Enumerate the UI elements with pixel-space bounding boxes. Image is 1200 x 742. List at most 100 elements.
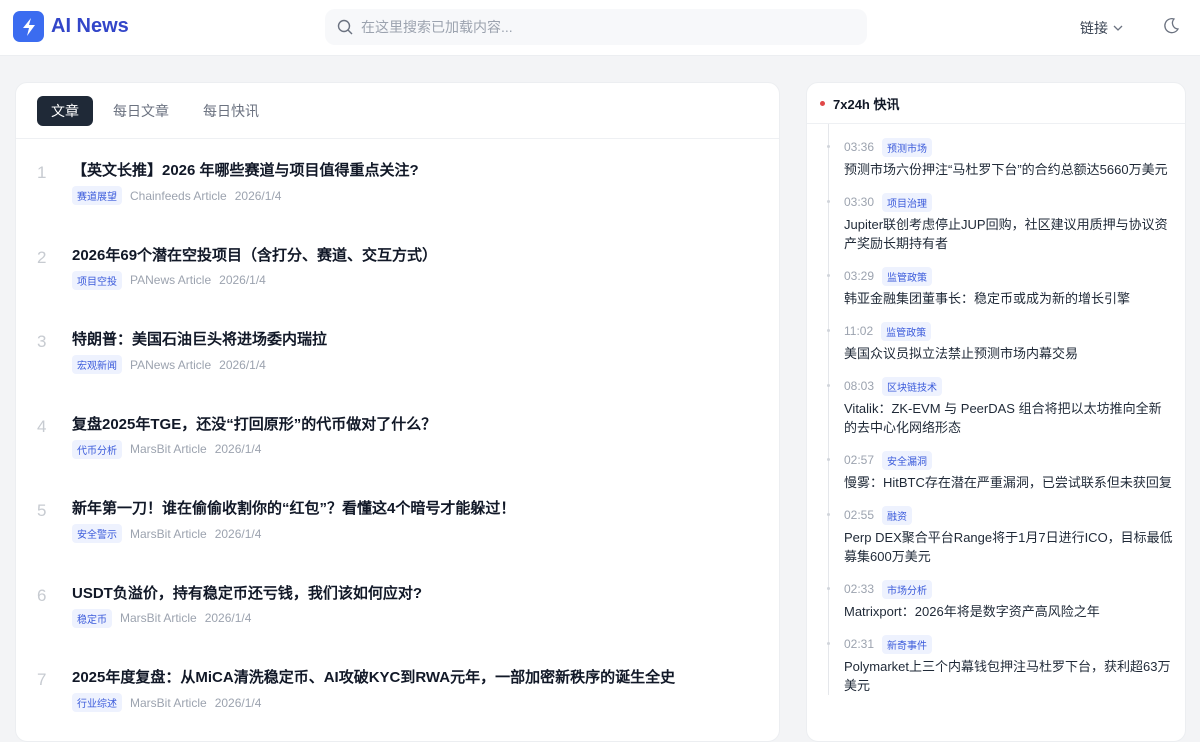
flash-time: 02:57 (844, 453, 875, 467)
article-source: PANews Article (130, 273, 212, 287)
article-rank: 2 (37, 247, 47, 267)
flash-item[interactable]: 03:30 项目治理 Jupiter联创考虑停止JUP回购，社区建议用质押与协议… (827, 192, 1185, 253)
flash-time: 02:33 (844, 582, 875, 596)
links-dropdown[interactable]: 链接 (1080, 18, 1123, 38)
articles-panel: 文章 每日文章 每日快讯 1 【英文长推】2026 年哪些赛道与项目值得重点关注… (15, 82, 780, 742)
flash-text[interactable]: Matrixport：2026年将是数字资产高风险之年 (844, 602, 1174, 621)
article-title[interactable]: 2025年度复盘：从MiCA清洗稳定币、AI攻破KYC到RWA元年，一部加密新秩… (72, 666, 675, 687)
links-label: 链接 (1080, 20, 1108, 36)
flash-tag[interactable]: 融资 (882, 505, 913, 525)
article-date: 2026/1/4 (204, 611, 252, 625)
flash-timeline: 03:36 预测市场 预测市场六份押注“马杜罗下台”的合约总额达5660万美元 … (827, 124, 1185, 695)
article-meta: 代币分析 MarsBit Article 2026/1/4 (72, 439, 262, 459)
article-source: MarsBit Article (120, 611, 197, 625)
flash-tag[interactable]: 项目治理 (882, 192, 933, 212)
article-rank: 5 (37, 501, 47, 520)
article-item[interactable]: 2 2026年69个潜在空投项目（含打分、赛道、交互方式） 项目空投 PANew… (16, 224, 779, 309)
article-item[interactable]: 5 新年第一刀！谁在偷偷收割你的“红包”？看懂这4个暗号才能躲过！ 安全警示 M… (16, 477, 779, 562)
article-title[interactable]: 特朗普：美国石油巨头将进场委内瑞拉 (72, 328, 327, 349)
article-rank: 3 (37, 332, 47, 351)
flash-time: 11:02 (844, 324, 874, 338)
article-item[interactable]: 6 USDT负溢价，持有稳定币还亏钱，我们该如何应对? 稳定币 MarsBit … (16, 562, 779, 647)
article-tag[interactable]: 项目空投 (72, 270, 122, 290)
article-meta: 宏观新闻 PANews Article 2026/1/4 (72, 355, 266, 374)
flash-text[interactable]: Jupiter联创考虑停止JUP回购，社区建议用质押与协议资产奖励长期持有者 (844, 215, 1174, 253)
article-date: 2026/1/4 (234, 188, 282, 203)
tab-daily-flash[interactable]: 每日快讯 (189, 96, 273, 126)
article-tag[interactable]: 赛道展望 (72, 186, 122, 205)
flash-tag[interactable]: 安全漏洞 (882, 450, 933, 470)
flash-title: 7x24h 快讯 (833, 96, 900, 112)
flash-time: 08:03 (844, 379, 875, 393)
article-source: PANews Article (130, 357, 212, 372)
article-meta: 安全警示 MarsBit Article 2026/1/4 (72, 524, 261, 543)
flash-text[interactable]: Vitalik：ZK-EVM 与 PeerDAS 组合将把以太坊推向全新的去中心… (844, 399, 1174, 437)
flash-news-panel: 7x24h 快讯 03:36 预测市场 预测市场六份押注“马杜罗下台”的合约总额… (806, 82, 1186, 742)
flash-item[interactable]: 03:36 预测市场 预测市场六份押注“马杜罗下台”的合约总额达5660万美元 (827, 137, 1185, 179)
article-title[interactable]: 2026年69个潜在空投项目（含打分、赛道、交互方式） (72, 244, 437, 265)
article-source: MarsBit Article (130, 526, 207, 541)
flash-item[interactable]: 08:03 区块链技术 Vitalik：ZK-EVM 与 PeerDAS 组合将… (827, 376, 1185, 437)
article-source: MarsBit Article (130, 695, 207, 710)
flash-text[interactable]: Perp DEX聚合平台Range将于1月7日进行ICO，目标最低募集600万美… (844, 528, 1174, 566)
flash-text[interactable]: 美国众议员拟立法禁止预测市场内幕交易 (844, 344, 1174, 363)
article-tag[interactable]: 代币分析 (72, 439, 122, 459)
tab-daily-articles[interactable]: 每日文章 (99, 96, 183, 126)
search-input[interactable]: 在这里搜索已加载内容... (325, 9, 867, 45)
brand-name[interactable]: AI News (51, 15, 129, 38)
flash-tag[interactable]: 预测市场 (882, 137, 933, 157)
chevron-down-icon (1113, 25, 1123, 31)
article-meta: 赛道展望 Chainfeeds Article 2026/1/4 (72, 186, 281, 205)
flash-tag[interactable]: 监管政策 (881, 321, 932, 341)
article-meta: 项目空投 PANews Article 2026/1/4 (72, 270, 266, 290)
flash-item[interactable]: 02:55 融资 Perp DEX聚合平台Range将于1月7日进行ICO，目标… (827, 505, 1185, 566)
article-rank: 4 (37, 416, 47, 436)
article-date: 2026/1/4 (214, 526, 262, 541)
article-tag[interactable]: 行业综述 (72, 693, 122, 712)
article-item[interactable]: 3 特朗普：美国石油巨头将进场委内瑞拉 宏观新闻 PANews Article … (16, 308, 779, 393)
article-date: 2026/1/4 (214, 695, 262, 710)
flash-tag[interactable]: 市场分析 (882, 579, 933, 599)
flash-tag[interactable]: 新奇事件 (882, 634, 933, 654)
flash-item[interactable]: 02:33 市场分析 Matrixport：2026年将是数字资产高风险之年 (827, 579, 1185, 621)
flash-text[interactable]: Polymarket上三个内幕钱包押注马杜罗下台，获利超63万美元 (844, 657, 1174, 695)
search-icon (337, 19, 353, 35)
article-list: 1 【英文长推】2026 年哪些赛道与项目值得重点关注? 赛道展望 Chainf… (16, 139, 779, 731)
top-header: AI News 在这里搜索已加载内容... 链接 (0, 0, 1200, 56)
article-item[interactable]: 1 【英文长推】2026 年哪些赛道与项目值得重点关注? 赛道展望 Chainf… (16, 139, 779, 224)
flash-time: 02:31 (844, 637, 875, 651)
flash-item[interactable]: 11:02 监管政策 美国众议员拟立法禁止预测市场内幕交易 (827, 321, 1185, 363)
theme-toggle-moon-icon[interactable] (1162, 17, 1180, 40)
article-tag[interactable]: 宏观新闻 (72, 355, 122, 374)
flash-item[interactable]: 02:31 新奇事件 Polymarket上三个内幕钱包押注马杜罗下台，获利超6… (827, 634, 1185, 695)
flash-time: 03:30 (844, 195, 875, 209)
article-item[interactable]: 7 2025年度复盘：从MiCA清洗稳定币、AI攻破KYC到RWA元年，一部加密… (16, 646, 779, 731)
article-tag[interactable]: 安全警示 (72, 524, 122, 543)
flash-text[interactable]: 预测市场六份押注“马杜罗下台”的合约总额达5660万美元 (844, 160, 1174, 179)
flash-item[interactable]: 02:57 安全漏洞 慢雾：HitBTC存在潜在严重漏洞，已尝试联系但未获回复 (827, 450, 1185, 492)
article-item[interactable]: 4 复盘2025年TGE，还没“打回原形”的代币做对了什么？ 代币分析 Mars… (16, 393, 779, 478)
flash-tag[interactable]: 区块链技术 (882, 376, 943, 396)
flash-text[interactable]: 韩亚金融集团董事长：稳定币或成为新的增长引擎 (844, 289, 1174, 308)
article-title[interactable]: USDT负溢价，持有稳定币还亏钱，我们该如何应对? (72, 582, 422, 603)
article-tag[interactable]: 稳定币 (72, 608, 112, 628)
article-date: 2026/1/4 (219, 273, 266, 287)
article-title[interactable]: 复盘2025年TGE，还没“打回原形”的代币做对了什么？ (72, 413, 436, 434)
article-title[interactable]: 新年第一刀！谁在偷偷收割你的“红包”？看懂这4个暗号才能躲过！ (72, 497, 515, 518)
article-title[interactable]: 【英文长推】2026 年哪些赛道与项目值得重点关注? (72, 159, 419, 180)
article-meta: 稳定币 MarsBit Article 2026/1/4 (72, 608, 252, 628)
article-rank: 7 (37, 670, 47, 689)
logo-lightning-icon[interactable] (13, 11, 44, 42)
flash-tag[interactable]: 监管政策 (882, 266, 933, 286)
article-source: Chainfeeds Article (130, 188, 227, 203)
article-meta: 行业综述 MarsBit Article 2026/1/4 (72, 693, 261, 712)
flash-time: 03:36 (844, 140, 875, 154)
flash-item[interactable]: 03:29 监管政策 韩亚金融集团董事长：稳定币或成为新的增长引擎 (827, 266, 1185, 308)
tab-bar: 文章 每日文章 每日快讯 (16, 83, 779, 139)
flash-text[interactable]: 慢雾：HitBTC存在潜在严重漏洞，已尝试联系但未获回复 (844, 473, 1174, 492)
article-date: 2026/1/4 (219, 357, 266, 372)
tab-articles[interactable]: 文章 (37, 95, 93, 126)
live-dot-icon (820, 100, 825, 106)
search-placeholder: 在这里搜索已加载内容... (361, 19, 513, 35)
article-date: 2026/1/4 (214, 442, 262, 456)
